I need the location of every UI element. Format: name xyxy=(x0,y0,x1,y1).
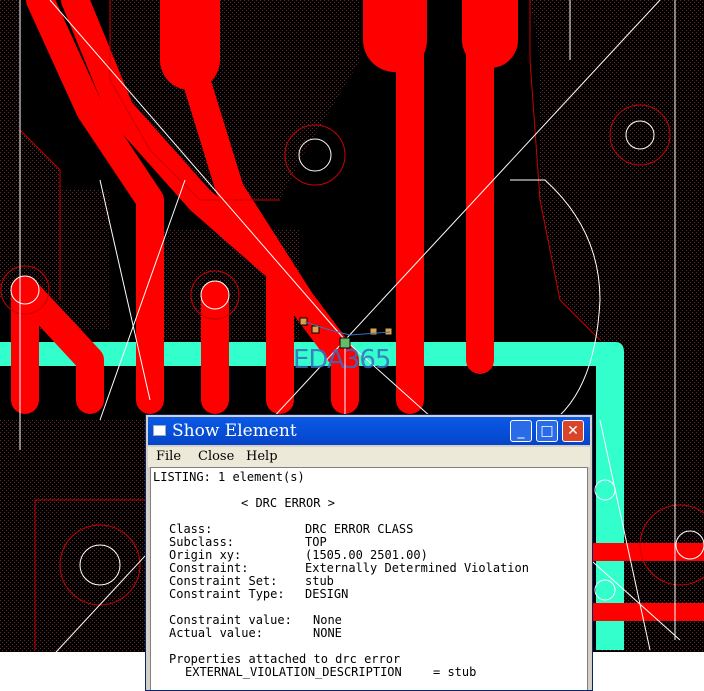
bottom-white-strip xyxy=(0,652,145,691)
value-label: Constraint value: xyxy=(169,613,292,627)
bottom-white-strip xyxy=(593,652,704,691)
field-label: Constraint: xyxy=(169,561,249,575)
field-value: (1505.00 2501.00) xyxy=(305,548,428,562)
close-window-button[interactable]: ✕ xyxy=(562,420,584,442)
field-value: stub xyxy=(305,574,334,588)
properties-header: Properties attached to drc error xyxy=(169,652,401,666)
value-value: NONE xyxy=(313,626,342,640)
window-title: Show Element xyxy=(172,421,297,441)
menu-close[interactable]: Close xyxy=(198,449,234,464)
value-value: None xyxy=(313,613,342,627)
window-icon xyxy=(153,425,166,436)
window-titlebar[interactable]: Show Element _ □ ✕ xyxy=(148,417,590,445)
listing-text-area[interactable]: LISTING: 1 element(s) < DRC ERROR > Clas… xyxy=(150,467,588,690)
field-value: DESIGN xyxy=(305,587,349,601)
field-value: TOP xyxy=(305,535,327,549)
section-title: < DRC ERROR > xyxy=(241,496,335,510)
field-label: Constraint Set: xyxy=(169,574,278,588)
menu-help[interactable]: Help xyxy=(246,449,278,464)
field-label: Class: xyxy=(169,522,213,536)
field-value: Externally Determined Violation xyxy=(305,561,529,575)
watermark-logo: EDA365 xyxy=(293,345,391,375)
show-element-window: Show Element _ □ ✕ File Close Help LISTI… xyxy=(145,414,593,691)
listing-header: LISTING: 1 element(s) xyxy=(153,470,305,484)
menu-file[interactable]: File xyxy=(156,449,181,464)
field-label: Constraint Type: xyxy=(169,587,285,601)
maximize-button[interactable]: □ xyxy=(536,420,558,442)
field-label: Origin xy: xyxy=(169,548,242,562)
property-value: = stub xyxy=(433,665,477,679)
field-label: Subclass: xyxy=(169,535,235,549)
menu-bar: File Close Help xyxy=(148,447,590,467)
minimize-button[interactable]: _ xyxy=(510,420,532,442)
copper-plane xyxy=(0,420,145,691)
value-label: Actual value: xyxy=(169,626,263,640)
property-name: EXTERNAL_VIOLATION_DESCRIPTION xyxy=(185,665,402,679)
field-value: DRC ERROR CLASS xyxy=(305,522,414,536)
